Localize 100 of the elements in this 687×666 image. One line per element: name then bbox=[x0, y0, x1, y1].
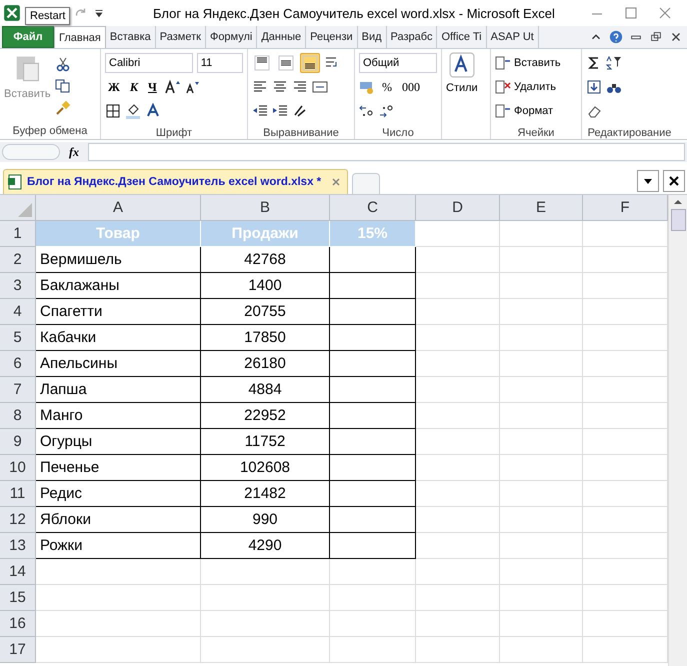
table-cell: Продажи bbox=[201, 221, 330, 247]
excel-logo-icon[interactable] bbox=[3, 4, 21, 22]
maximize-icon[interactable] bbox=[623, 5, 639, 21]
column-header[interactable]: C bbox=[330, 195, 416, 221]
row-header[interactable]: 17 bbox=[0, 637, 36, 663]
help-icon[interactable] bbox=[609, 30, 623, 44]
restore-window-icon[interactable] bbox=[649, 30, 663, 44]
row-header[interactable]: 3 bbox=[0, 273, 36, 299]
borders-icon[interactable] bbox=[105, 103, 121, 119]
column-header[interactable]: D bbox=[416, 195, 500, 221]
column-header[interactable]: F bbox=[583, 195, 668, 221]
row-header[interactable]: 2 bbox=[0, 247, 36, 273]
number-format-dropdown[interactable]: Общий bbox=[359, 53, 437, 73]
copy-icon[interactable] bbox=[54, 78, 71, 94]
row-header[interactable]: 10 bbox=[0, 455, 36, 481]
insert-function-button[interactable]: fx bbox=[64, 144, 84, 160]
row-header[interactable]: 13 bbox=[0, 533, 36, 559]
vertical-scrollbar[interactable] bbox=[668, 195, 687, 666]
row-header[interactable]: 14 bbox=[0, 559, 36, 585]
ribbon-tab[interactable]: Вставка bbox=[106, 26, 156, 48]
table-cell: Кабачки bbox=[36, 325, 201, 351]
bold-button[interactable]: Ж bbox=[105, 80, 123, 94]
ribbon-tab[interactable]: Разметк bbox=[156, 26, 206, 48]
excel-file-icon bbox=[7, 174, 23, 190]
row-header[interactable]: 1 bbox=[0, 221, 36, 247]
row-header[interactable]: 8 bbox=[0, 403, 36, 429]
table-cell: Печенье bbox=[36, 455, 201, 481]
text-orientation-icon[interactable] bbox=[292, 103, 308, 119]
file-tab[interactable]: Файл bbox=[2, 26, 54, 48]
close-tab-icon[interactable] bbox=[331, 177, 342, 187]
ribbon-tab[interactable]: Разрабс bbox=[386, 26, 438, 48]
table-cell: 4290 bbox=[201, 533, 330, 559]
table-cell: 26180 bbox=[201, 351, 330, 377]
group-label: Число bbox=[381, 126, 415, 141]
column-header[interactable]: A bbox=[36, 195, 201, 221]
ribbon-tab[interactable]: Данные bbox=[257, 26, 306, 48]
paste-button[interactable]: Вставить bbox=[4, 52, 51, 120]
tab-list-icon[interactable] bbox=[637, 170, 659, 192]
group-label: Ячейки bbox=[516, 126, 556, 141]
table-cell: 1400 bbox=[201, 273, 330, 299]
table-cell: Рожки bbox=[36, 533, 201, 559]
table-cell: 11752 bbox=[201, 429, 330, 455]
ribbon-tab[interactable]: Office Ti bbox=[437, 26, 487, 48]
row-header[interactable]: 6 bbox=[0, 351, 36, 377]
grow-font-icon[interactable] bbox=[164, 79, 180, 95]
column-header[interactable]: E bbox=[500, 195, 583, 221]
ribbon-tab[interactable]: Рецензи bbox=[306, 26, 358, 48]
table-cell: Апельсины bbox=[36, 351, 201, 377]
ribbon-tab[interactable]: Главная bbox=[54, 26, 106, 48]
row-header[interactable]: 16 bbox=[0, 611, 36, 637]
styles-button[interactable]: Стили bbox=[446, 52, 478, 136]
table-cell: 20755 bbox=[201, 299, 330, 325]
fill-color-icon[interactable] bbox=[125, 103, 141, 119]
sort-filter-icon[interactable] bbox=[606, 55, 622, 71]
row-header[interactable]: 7 bbox=[0, 377, 36, 403]
ribbon-tab[interactable]: Вид bbox=[358, 26, 387, 48]
cells-command-button[interactable]: Формат bbox=[495, 100, 577, 122]
shrink-font-icon[interactable] bbox=[184, 79, 200, 95]
decrease-decimal-icon[interactable] bbox=[379, 103, 395, 119]
font-name-dropdown[interactable]: Calibri bbox=[105, 53, 193, 73]
increase-decimal-icon[interactable] bbox=[359, 103, 375, 119]
table-cell: Огурцы bbox=[36, 429, 201, 455]
thousands-button[interactable]: 000 bbox=[399, 80, 423, 94]
merge-cells-icon[interactable] bbox=[312, 79, 328, 95]
ribbon-tab[interactable]: ASAP Ut bbox=[486, 26, 539, 48]
table-cell: Баклажаны bbox=[36, 273, 201, 299]
cells-icon bbox=[495, 103, 511, 119]
cells-command-button[interactable]: Удалить bbox=[495, 76, 577, 98]
vertical-align-button[interactable] bbox=[252, 53, 272, 73]
font-color-icon[interactable] bbox=[145, 103, 161, 119]
table-cell: Вермишель bbox=[36, 247, 201, 273]
table-cell: Манго bbox=[36, 403, 201, 429]
table-cell: Товар bbox=[36, 221, 201, 247]
vertical-align-button[interactable] bbox=[276, 53, 296, 73]
percent-button[interactable]: % bbox=[379, 80, 395, 94]
row-header[interactable]: 15 bbox=[0, 585, 36, 611]
column-header[interactable]: B bbox=[201, 195, 330, 221]
row-header[interactable]: 4 bbox=[0, 299, 36, 325]
cells-command-button[interactable]: Вставить bbox=[495, 52, 577, 74]
close-icon[interactable] bbox=[663, 170, 685, 192]
formula-input-field[interactable] bbox=[88, 143, 685, 161]
align-lines-icon bbox=[254, 55, 270, 71]
font-size-dropdown[interactable]: 11 bbox=[196, 53, 243, 73]
fill-down-icon[interactable] bbox=[586, 79, 602, 95]
triangle-icon bbox=[18, 203, 32, 217]
table-cell: 102608 bbox=[201, 455, 330, 481]
align-lines-icon bbox=[302, 55, 318, 71]
scissors-icon[interactable] bbox=[54, 56, 71, 72]
format-brush-icon[interactable] bbox=[54, 100, 71, 116]
scroll-thumb[interactable] bbox=[670, 209, 686, 231]
group-label: Буфер обмена bbox=[12, 124, 88, 139]
ribbon-tab[interactable]: Формулі bbox=[206, 26, 258, 48]
row-header[interactable]: 12 bbox=[0, 507, 36, 533]
vertical-align-button[interactable] bbox=[300, 53, 320, 73]
italic-button[interactable]: К bbox=[126, 80, 142, 94]
row-header[interactable]: 9 bbox=[0, 429, 36, 455]
underline-button[interactable]: Ч bbox=[145, 80, 160, 94]
workbook-tab[interactable]: Блог на Яндекс.Дзен Самоучитель excel word.xlsx * bbox=[3, 169, 348, 194]
row-header[interactable]: 5 bbox=[0, 325, 36, 351]
row-header[interactable]: 11 bbox=[0, 481, 36, 507]
